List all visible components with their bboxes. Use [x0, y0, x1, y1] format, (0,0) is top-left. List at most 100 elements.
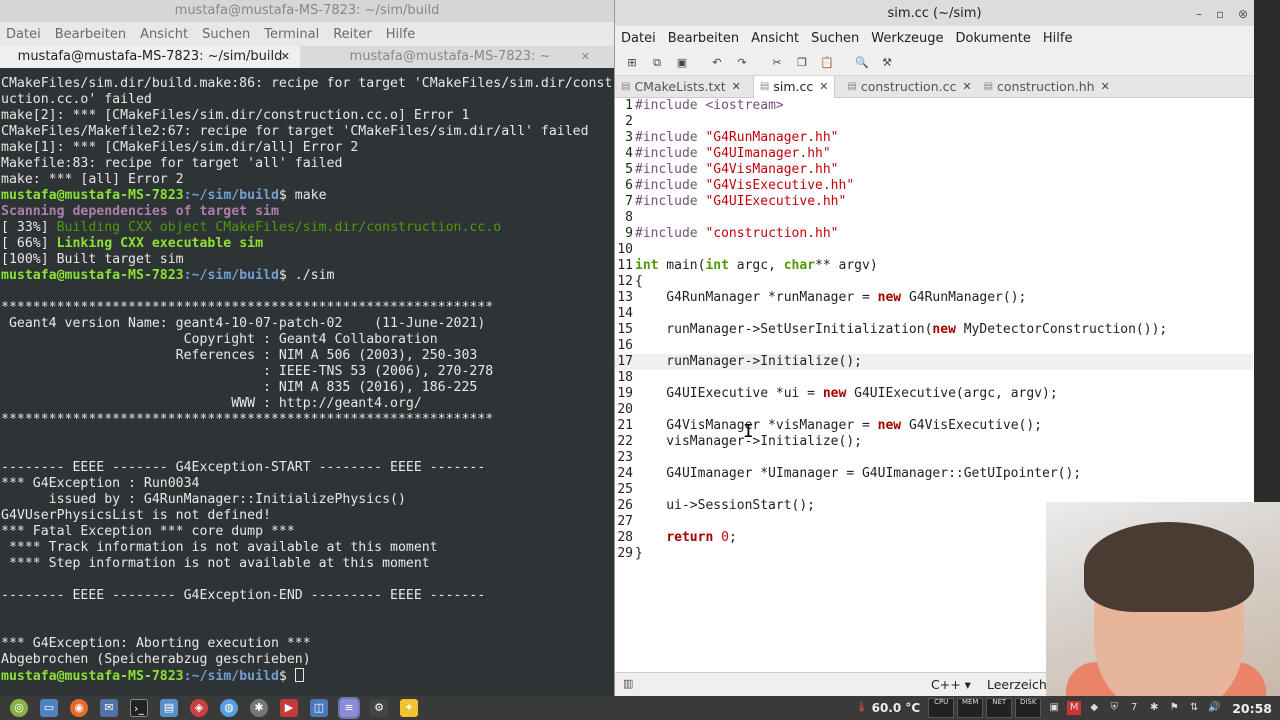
close-icon[interactable]: ✕ [281, 46, 290, 68]
prompt-user: mustafa@mustafa-MS-7823 [1, 669, 184, 684]
net-monitor[interactable]: NET [986, 698, 1013, 718]
editor-toolbar: ⊞ ⧉ ▣ ↶ ↷ ✂ ❐ 📋 🔍 ⚒ [615, 50, 1254, 76]
update-icon[interactable]: ◆ [1087, 701, 1101, 715]
term-menu-datei[interactable]: Datei [6, 27, 41, 42]
editor-titlebar: sim.cc (~/sim) – ▫ ⊗ [615, 0, 1254, 26]
ed-menu-datei[interactable]: Datei [621, 31, 656, 46]
code-line: 8 [625, 210, 633, 225]
browser-icon[interactable]: ◍ [220, 699, 238, 717]
term-menu-reiter[interactable]: Reiter [333, 27, 372, 42]
close-icon[interactable]: ✕ [962, 80, 971, 93]
close-icon[interactable]: ⊗ [1238, 7, 1248, 21]
file-icon: ▤ [621, 81, 631, 92]
cpu-monitor[interactable]: CPU [928, 698, 955, 718]
build-text: Linking CXX executable sim [56, 236, 264, 251]
new-file-icon[interactable]: ⊞ [623, 54, 641, 72]
terminal-line: [ 33%] Building CXX object CMakeFiles/si… [1, 220, 614, 236]
prompt-path: :~/sim/build [183, 669, 279, 684]
maximize-icon[interactable]: ▫ [1216, 7, 1224, 21]
cut-icon[interactable]: ✂ [768, 54, 786, 72]
network-icon[interactable]: ⇅ [1187, 701, 1201, 715]
mail-tray-icon[interactable]: M [1067, 701, 1082, 715]
video-icon[interactable]: ▣ [1047, 701, 1061, 715]
show-desktop-icon[interactable]: ▭ [40, 699, 58, 717]
terminal-tab-build[interactable]: mustafa@mustafa-MS-7823: ~/sim/build ✕ [0, 46, 300, 68]
terminal-line: ****************************************… [1, 300, 494, 315]
mail-icon[interactable]: ✉ [100, 699, 118, 717]
replace-icon[interactable]: ⚒ [878, 54, 896, 72]
search-icon[interactable]: 🔍 [853, 54, 871, 72]
open-file-icon[interactable]: ⧉ [648, 54, 666, 72]
shield-icon[interactable]: ⛨ [1107, 701, 1121, 715]
terminal-line: G4VUserPhysicsList is not defined! [1, 508, 271, 523]
app-icon[interactable]: ◈ [190, 699, 208, 717]
file-icon: ▤ [759, 81, 770, 92]
tab-label: construction.hh [997, 79, 1095, 94]
terminal-line: Scanning dependencies of target sim [1, 204, 614, 220]
term-menu-hilfe[interactable]: Hilfe [386, 27, 416, 42]
tab-label: construction.cc [860, 79, 957, 94]
tab-cmakelists[interactable]: ▤ CMakeLists.txt ✕ [621, 76, 741, 98]
code-line: 11 int main(int argc, char** argv) [617, 258, 878, 273]
ed-menu-bearbeiten[interactable]: Bearbeiten [668, 31, 739, 46]
firefox-icon[interactable]: ◉ [70, 699, 88, 717]
code-line: 2 [625, 114, 633, 129]
terminal-icon[interactable]: ›_ [130, 699, 148, 717]
close-icon[interactable]: ✕ [732, 80, 741, 93]
terminal-tab-home[interactable]: mustafa@mustafa-MS-7823: ~ ✕ [300, 46, 600, 68]
terminal-line: **** Track information is not available … [1, 540, 438, 555]
term-menu-bearbeiten[interactable]: Bearbeiten [55, 27, 126, 42]
code-line: 18 [617, 370, 633, 385]
language-selector[interactable]: C++ ▾ [931, 677, 971, 692]
volume-icon[interactable]: 🔊 [1207, 701, 1221, 715]
terminal-output[interactable]: CMakeFiles/sim.dir/build.make:86: recipe… [0, 76, 614, 696]
terminal-window[interactable]: mustafa@mustafa-MS-7823: ~/sim/build Dat… [0, 0, 614, 696]
term-menu-suchen[interactable]: Suchen [202, 27, 250, 42]
save-icon[interactable]: ▣ [673, 54, 691, 72]
recorder-icon[interactable]: ▶ [280, 699, 298, 717]
workspace-indicator[interactable]: 7 [1127, 701, 1141, 715]
redo-icon[interactable]: ↷ [733, 54, 751, 72]
app-yellow-icon[interactable]: ✦ [400, 699, 418, 717]
ed-menu-dokumente[interactable]: Dokumente [956, 31, 1031, 46]
copy-icon[interactable]: ❐ [793, 54, 811, 72]
bluetooth-icon[interactable]: ✱ [1147, 701, 1161, 715]
term-menu-ansicht[interactable]: Ansicht [140, 27, 188, 42]
text-editor-icon[interactable]: ≡ [338, 697, 360, 719]
ed-menu-hilfe[interactable]: Hilfe [1043, 31, 1073, 46]
term-menu-terminal[interactable]: Terminal [264, 27, 319, 42]
gear-icon[interactable]: ⚙ [370, 699, 388, 717]
editor-tabbar: ▤ CMakeLists.txt ✕ ▤ sim.cc ✕ ▤ construc… [615, 75, 1254, 98]
files-icon[interactable]: ▤ [160, 699, 178, 717]
close-icon[interactable]: ✕ [1101, 80, 1110, 93]
code-line: 22 visManager->Initialize(); [617, 434, 862, 449]
minimize-icon[interactable]: – [1196, 7, 1202, 21]
terminal-prompt-line[interactable]: mustafa@mustafa-MS-7823:~/sim/build$ [1, 668, 614, 684]
sidebar-toggle-icon[interactable]: ▥ [623, 677, 633, 690]
mint-menu-icon[interactable]: ◎ [10, 699, 28, 717]
camera-icon[interactable]: ◫ [310, 699, 328, 717]
terminal-title: mustafa@mustafa-MS-7823: ~/sim/build [0, 0, 614, 22]
tab-sim-cc[interactable]: ▤ sim.cc ✕ [752, 75, 836, 98]
tab-construction-cc[interactable]: ▤ construction.cc ✕ [847, 76, 971, 98]
terminal-line: WWW : http://geant4.org/ [1, 396, 422, 411]
undo-icon[interactable]: ↶ [708, 54, 726, 72]
disk-monitor[interactable]: DISK [1015, 698, 1042, 718]
ed-menu-ansicht[interactable]: Ansicht [751, 31, 799, 46]
paste-icon[interactable]: 📋 [818, 54, 836, 72]
close-icon[interactable]: ✕ [581, 46, 590, 68]
clock[interactable]: 20:58 [1232, 701, 1272, 716]
close-icon[interactable]: ✕ [819, 80, 828, 93]
editor-menubar: Datei Bearbeiten Ansicht Suchen Werkzeug… [615, 26, 1254, 50]
mem-monitor[interactable]: MEM [957, 698, 984, 718]
terminal-line: make[1]: *** [CMakeFiles/sim.dir/all] Er… [1, 140, 359, 155]
file-icon: ▤ [983, 81, 994, 92]
ed-menu-suchen[interactable]: Suchen [811, 31, 859, 46]
tab-construction-hh[interactable]: ▤ construction.hh ✕ [984, 76, 1110, 98]
ed-menu-werkzeuge[interactable]: Werkzeuge [871, 31, 943, 46]
terminal-menubar: Datei Bearbeiten Ansicht Suchen Terminal… [0, 22, 614, 46]
flag-icon[interactable]: ⚑ [1167, 701, 1181, 715]
settings-app-icon[interactable]: ✱ [250, 699, 268, 717]
